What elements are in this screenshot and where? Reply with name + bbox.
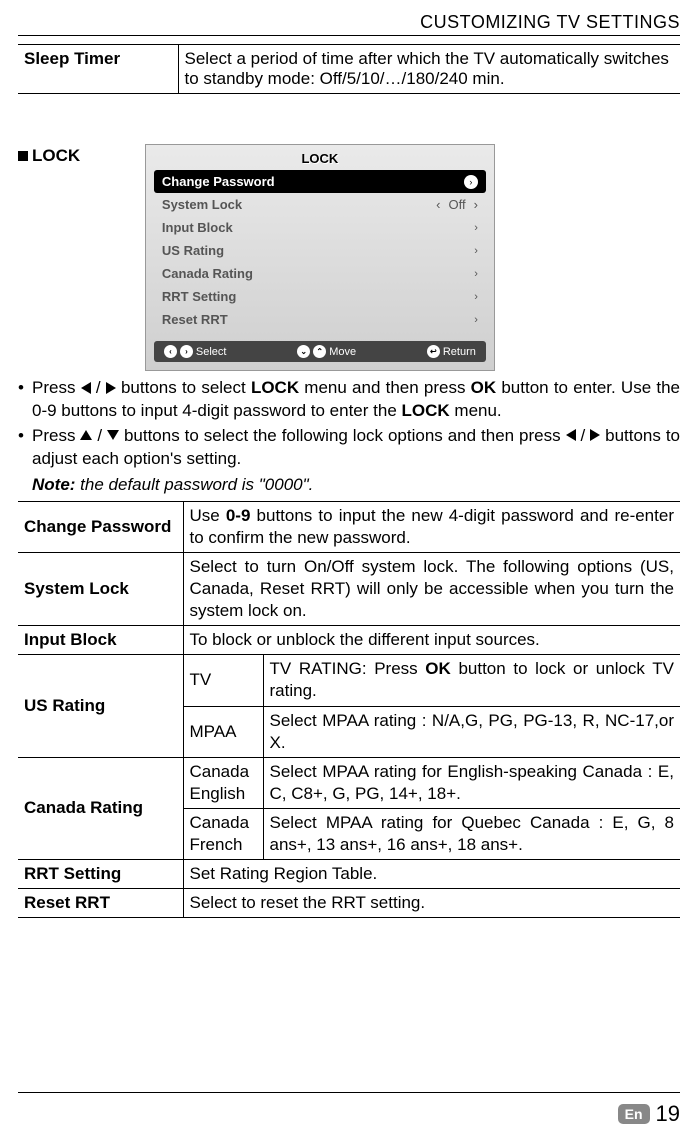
canada-english-desc: Select MPAA rating for English-speaking …: [263, 757, 680, 808]
instruction-2: Press / buttons to select the following …: [18, 425, 680, 471]
page-footer: En 19: [18, 1092, 680, 1127]
osd-footer-return: Return: [443, 346, 476, 358]
osd-row-input-block[interactable]: Input Block ›: [154, 216, 486, 239]
osd-row-canada-rating[interactable]: Canada Rating ›: [154, 262, 486, 285]
chevron-right-icon: ›: [474, 291, 478, 303]
triangle-up-icon: [80, 430, 92, 440]
osd-row-reset-rrt[interactable]: Reset RRT ›: [154, 308, 486, 331]
osd-row-change-password[interactable]: Change Password ›: [154, 170, 486, 193]
us-rating-tv-sub: TV: [183, 655, 263, 706]
change-password-label: Change Password: [18, 501, 183, 552]
language-badge: En: [618, 1104, 650, 1124]
page-number: 19: [656, 1101, 680, 1127]
chevron-right-icon: ›: [474, 314, 478, 326]
us-rating-mpaa-desc: Select MPAA rating : N/A,G, PG, PG-13, R…: [263, 706, 680, 757]
osd-footer: ‹ › Select ⌄ ⌃ Move ↩ Return: [154, 341, 486, 362]
sleep-timer-table: Sleep Timer Select a period of time afte…: [18, 44, 680, 94]
osd-row-label: System Lock: [162, 197, 436, 212]
input-block-desc: To block or unblock the different input …: [183, 626, 680, 655]
osd-row-label: Reset RRT: [162, 312, 474, 327]
input-block-label: Input Block: [18, 626, 183, 655]
canada-french-sub: Canada French: [183, 808, 263, 859]
instructions: Press / buttons to select LOCK menu and …: [0, 371, 698, 471]
lock-options-table: Change Password Use 0-9 buttons to input…: [18, 501, 680, 919]
osd-row-value: Off: [448, 197, 465, 212]
triangle-down-icon: [107, 430, 119, 440]
osd-row-label: US Rating: [162, 243, 474, 258]
us-rating-mpaa-sub: MPAA: [183, 706, 263, 757]
triangle-left-icon: [566, 429, 576, 441]
reset-rrt-desc: Select to reset the RRT setting.: [183, 889, 680, 918]
us-rating-label: US Rating: [18, 655, 183, 757]
sleep-timer-desc: Select a period of time after which the …: [178, 45, 680, 94]
lock-heading: LOCK: [18, 146, 80, 166]
lock-osd: LOCK Change Password › System Lock ‹ Off…: [145, 144, 495, 371]
osd-footer-select: Select: [196, 346, 227, 358]
osd-row-label: RRT Setting: [162, 289, 474, 304]
canada-english-sub: Canada English: [183, 757, 263, 808]
triangle-right-icon: [590, 429, 600, 441]
return-icon: ↩: [427, 345, 440, 358]
chevron-right-icon: ›: [474, 222, 478, 234]
sleep-timer-label: Sleep Timer: [18, 45, 178, 94]
chevron-right-icon: ›: [464, 175, 478, 189]
osd-row-label: Change Password: [162, 174, 464, 189]
triangle-left-icon: [81, 382, 91, 394]
reset-rrt-label: Reset RRT: [18, 889, 183, 918]
right-icon: ›: [180, 345, 193, 358]
chevron-left-icon: ‹: [436, 197, 440, 212]
page-header: CUSTOMIZING TV SETTINGS: [18, 12, 680, 36]
system-lock-desc: Select to turn On/Off system lock. The f…: [183, 552, 680, 625]
chevron-right-icon: ›: [474, 268, 478, 280]
osd-row-label: Canada Rating: [162, 266, 474, 281]
osd-row-rrt-setting[interactable]: RRT Setting ›: [154, 285, 486, 308]
canada-rating-label: Canada Rating: [18, 757, 183, 859]
chevron-right-icon: ›: [474, 245, 478, 257]
canada-french-desc: Select MPAA rating for Quebec Canada : E…: [263, 808, 680, 859]
instruction-1: Press / buttons to select LOCK menu and …: [18, 377, 680, 423]
osd-row-us-rating[interactable]: US Rating ›: [154, 239, 486, 262]
osd-title: LOCK: [146, 145, 494, 170]
note: Note: the default password is "0000".: [0, 473, 698, 501]
rrt-setting-desc: Set Rating Region Table.: [183, 860, 680, 889]
us-rating-tv-desc: TV RATING: Press OK button to lock or un…: [263, 655, 680, 706]
osd-footer-move: Move: [329, 346, 356, 358]
down-icon: ⌄: [297, 345, 310, 358]
system-lock-label: System Lock: [18, 552, 183, 625]
change-password-desc: Use 0-9 buttons to input the new 4-digit…: [183, 501, 680, 552]
triangle-right-icon: [106, 382, 116, 394]
rrt-setting-label: RRT Setting: [18, 860, 183, 889]
osd-row-system-lock[interactable]: System Lock ‹ Off ›: [154, 193, 486, 216]
up-icon: ⌃: [313, 345, 326, 358]
left-icon: ‹: [164, 345, 177, 358]
chevron-right-icon: ›: [474, 197, 478, 212]
osd-row-label: Input Block: [162, 220, 474, 235]
